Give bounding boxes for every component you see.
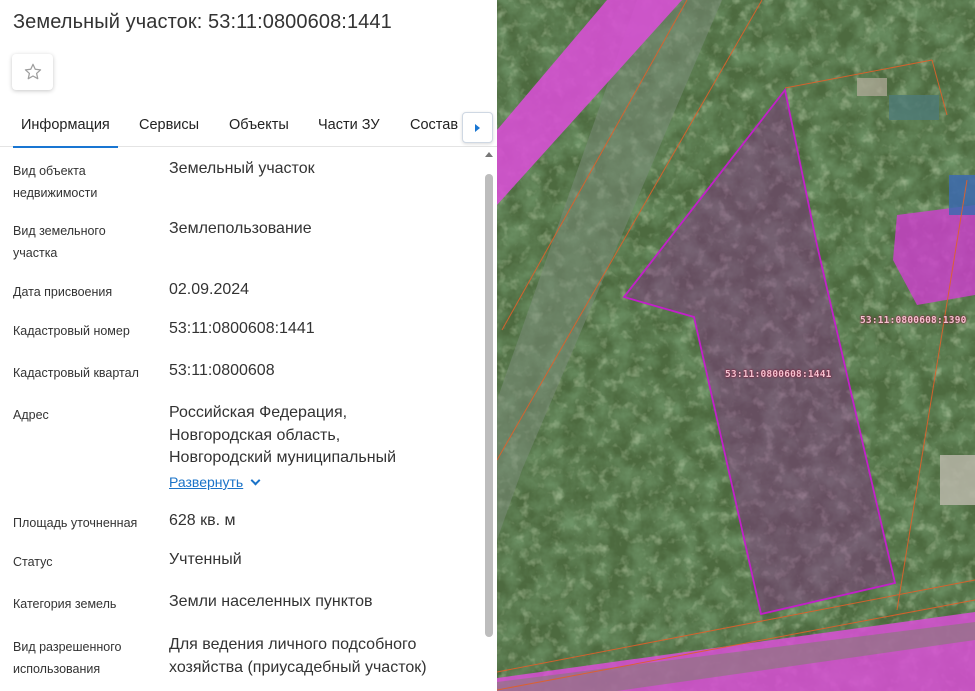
small-roof: [857, 78, 887, 96]
area-label: Площадь уточненная: [13, 516, 138, 530]
cadastral-quarter-value: 53:11:0800608: [169, 362, 275, 379]
object-type-value: Земельный участок: [169, 160, 315, 177]
map-view[interactable]: 53:11:0800608:1441 53:11:0800608:1390: [497, 0, 975, 691]
teal-roof: [889, 95, 939, 120]
favorite-button[interactable]: [12, 54, 53, 90]
scroll-up-arrow-icon[interactable]: [485, 152, 493, 157]
tab-objects[interactable]: Объекты: [229, 117, 289, 133]
land-category-value: Земли населенных пунктов: [169, 593, 373, 610]
address-expand-link[interactable]: Развернуть: [169, 474, 261, 490]
cadastral-number-value: 53:11:0800608:1441: [169, 320, 315, 337]
info-panel: Земельный участок: 53:11:0800608:1441 Ин…: [0, 0, 497, 691]
address-label: Адрес: [13, 408, 49, 422]
cadastral-quarter-label: Кадастровый квартал: [13, 366, 139, 380]
permitted-use-value: Для ведения личного подсобного хозяйства…: [169, 636, 427, 676]
parcel-label-neighbor: 53:11:0800608:1390: [860, 315, 967, 326]
land-category-label: Категория земель: [13, 597, 117, 611]
tab-information[interactable]: Информация: [13, 117, 118, 148]
chevron-down-icon: [250, 475, 261, 485]
assign-date-value: 02.09.2024: [169, 281, 250, 298]
page-title: Земельный участок: 53:11:0800608:1441: [13, 11, 392, 33]
land-type-label: Вид земельного участка: [13, 224, 106, 260]
area-value: 628 кв. м: [169, 512, 236, 529]
star-outline-icon: [24, 63, 41, 80]
permitted-use-label: Вид разрешенного использования: [13, 640, 122, 676]
cadastral-number-label: Кадастровый номер: [13, 324, 130, 338]
object-type-label: Вид объекта недвижимости: [13, 164, 98, 200]
parcel-label-selected: 53:11:0800608:1441: [725, 369, 832, 380]
shed-roof: [940, 455, 975, 505]
scrollbar-thumb[interactable]: [485, 174, 493, 637]
satellite-map: [497, 0, 975, 691]
scrollbar[interactable]: [483, 150, 495, 691]
tabs-scroll-right-button[interactable]: [462, 112, 493, 143]
tab-composition[interactable]: Состав: [410, 117, 458, 133]
tab-land-parts[interactable]: Части ЗУ: [318, 117, 380, 133]
status-label: Статус: [13, 555, 53, 569]
tab-bar: Информация Сервисы Объекты Части ЗУ Сост…: [0, 107, 497, 148]
expand-link-label: Развернуть: [169, 474, 244, 490]
address-value: Российская Федерация, Новгородская облас…: [169, 404, 396, 466]
assign-date-label: Дата присвоения: [13, 285, 113, 299]
tab-services[interactable]: Сервисы: [139, 117, 199, 133]
land-type-value: Землепользование: [169, 220, 312, 237]
status-value: Учтенный: [169, 551, 242, 568]
